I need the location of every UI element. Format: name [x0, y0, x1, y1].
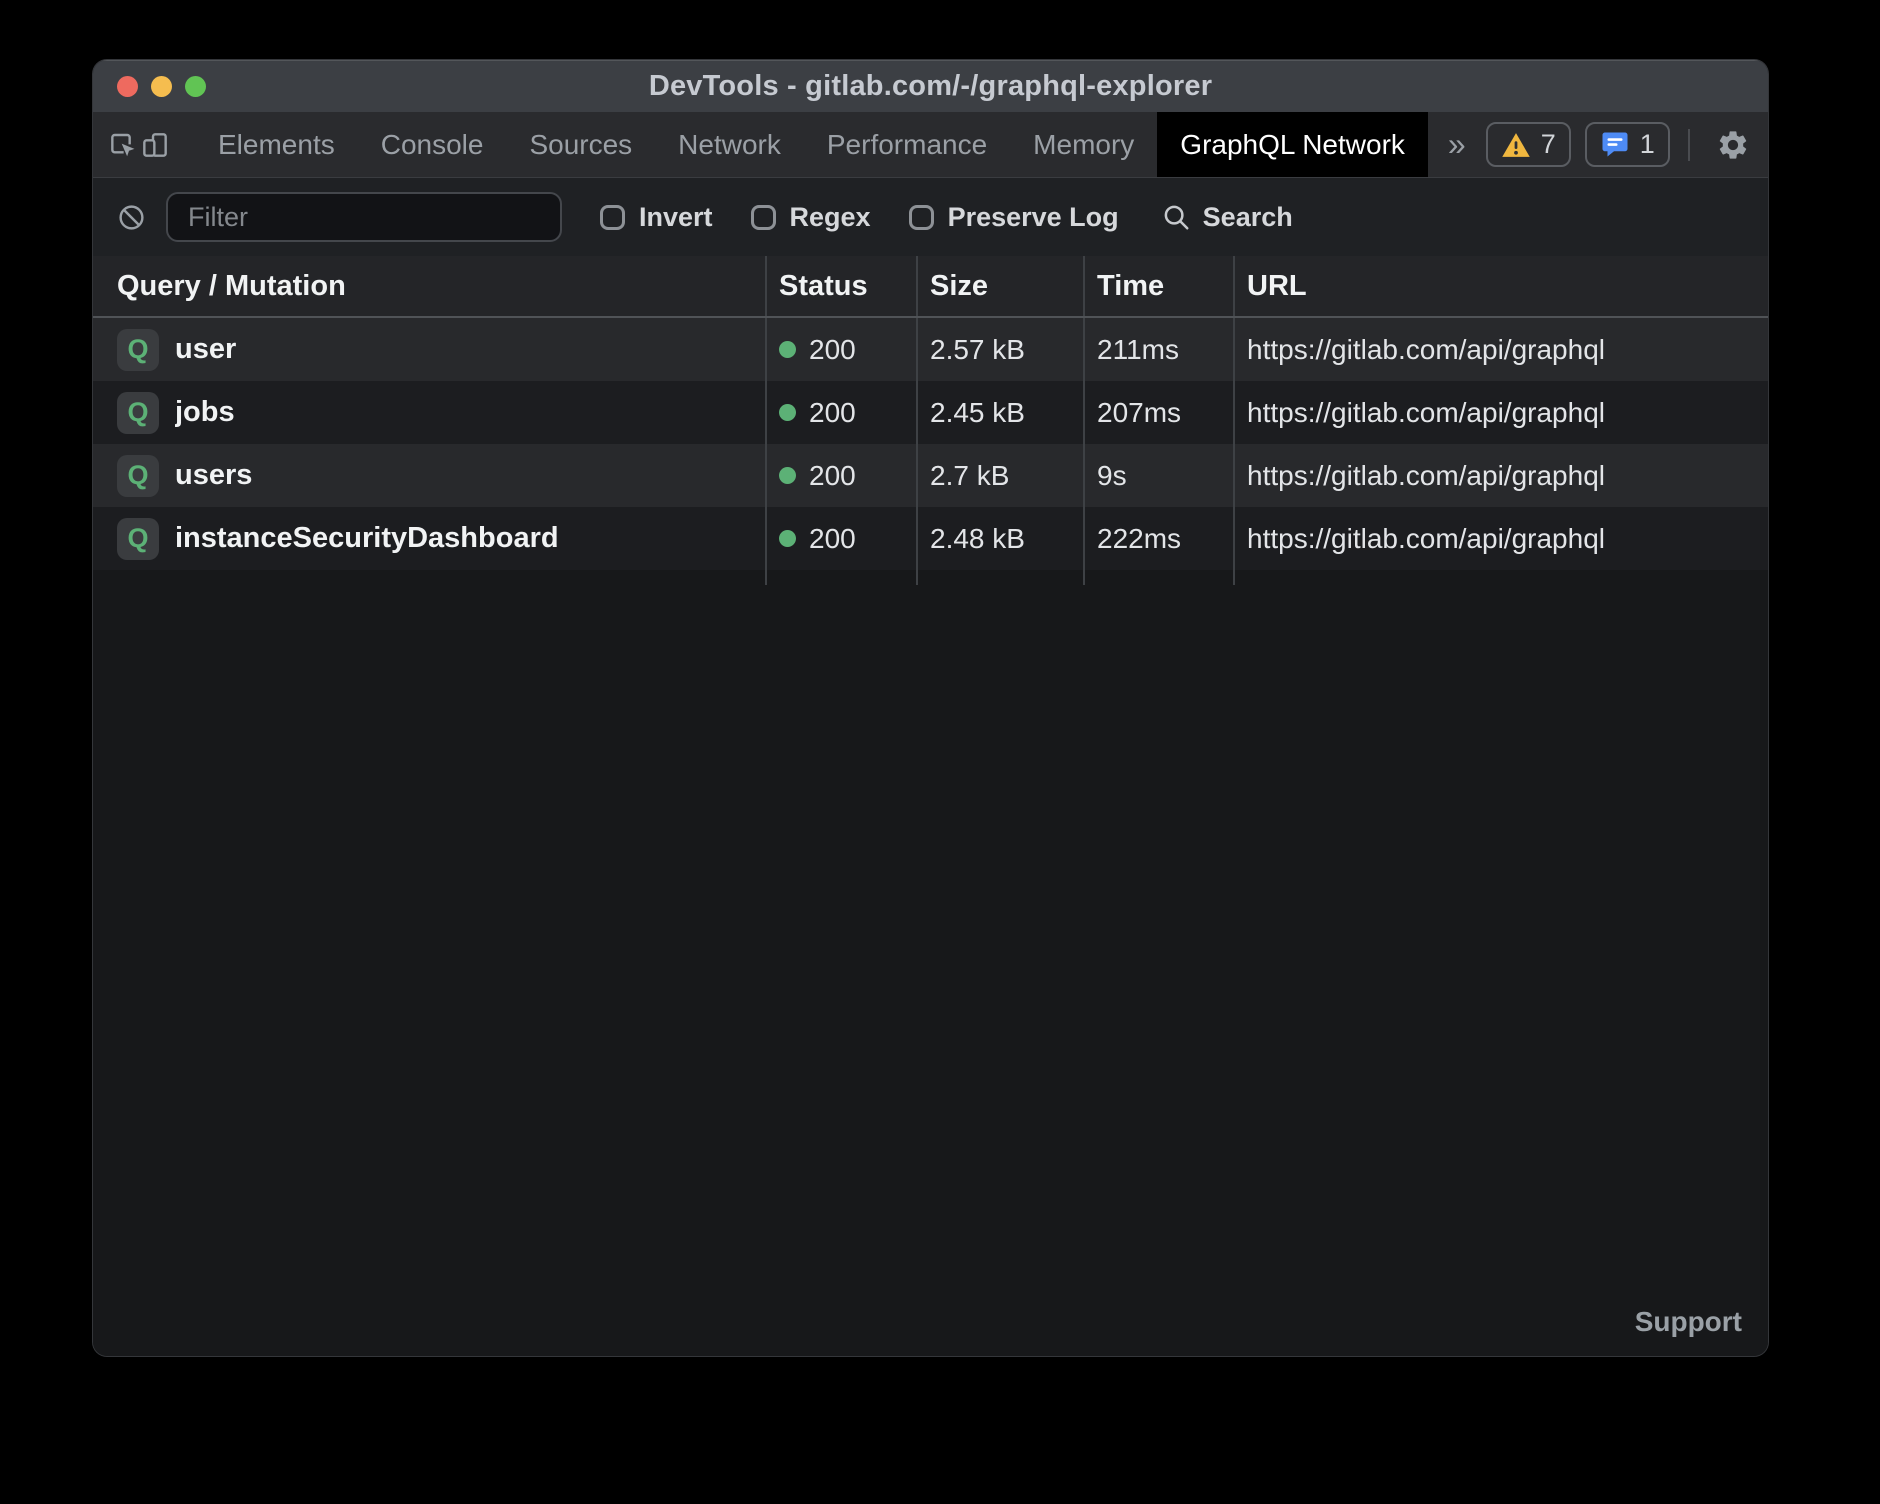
- request-url: https://gitlab.com/api/graphql: [1247, 523, 1605, 555]
- status-code: 200: [809, 397, 856, 429]
- warnings-badge[interactable]: 7: [1486, 122, 1571, 167]
- search-icon: [1161, 202, 1191, 232]
- status-ok-icon: [779, 341, 796, 358]
- column-header-status[interactable]: Status: [765, 256, 916, 316]
- query-type-badge: Q: [117, 518, 159, 560]
- tab-graphql-network[interactable]: GraphQL Network: [1157, 112, 1428, 177]
- issues-count: 1: [1640, 129, 1655, 160]
- query-type-badge: Q: [117, 455, 159, 497]
- table-header: Query / Mutation Status Size Time URL: [93, 256, 1768, 318]
- response-size: 2.45 kB: [930, 397, 1025, 429]
- warning-icon: [1501, 130, 1531, 160]
- response-time: 9s: [1097, 460, 1127, 492]
- support-link[interactable]: Support: [1635, 1306, 1742, 1338]
- status-code: 200: [809, 460, 856, 492]
- regex-label: Regex: [790, 202, 871, 233]
- more-tabs-button[interactable]: »: [1428, 112, 1486, 177]
- request-url: https://gitlab.com/api/graphql: [1247, 397, 1605, 429]
- filter-toolbar: Invert Regex Preserve Log Search: [93, 178, 1768, 256]
- tab-memory[interactable]: Memory: [1010, 112, 1157, 177]
- inspect-cursor-icon: [107, 129, 139, 161]
- response-time: 207ms: [1097, 397, 1181, 429]
- traffic-lights: [117, 60, 206, 112]
- table-row[interactable]: Q instanceSecurityDashboard 200 2.48 kB …: [93, 507, 1768, 570]
- gear-icon: [1716, 128, 1750, 162]
- tabbar-divider: [1688, 129, 1690, 161]
- operation-name: user: [175, 333, 236, 366]
- preserve-log-checkbox-group[interactable]: Preserve Log: [909, 202, 1119, 233]
- tab-sources[interactable]: Sources: [506, 112, 655, 177]
- invert-label: Invert: [639, 202, 713, 233]
- window-title: DevTools - gitlab.com/-/graphql-explorer: [649, 70, 1212, 103]
- column-header-url[interactable]: URL: [1233, 256, 1768, 316]
- regex-checkbox-group[interactable]: Regex: [751, 202, 871, 233]
- tab-performance[interactable]: Performance: [804, 112, 1010, 177]
- inspect-element-button[interactable]: [107, 112, 139, 177]
- status-code: 200: [809, 334, 856, 366]
- invert-checkbox[interactable]: [600, 205, 625, 230]
- device-toolbar-icon: [139, 129, 171, 161]
- filter-input[interactable]: [166, 192, 562, 242]
- status-code: 200: [809, 523, 856, 555]
- tab-console[interactable]: Console: [358, 112, 507, 177]
- tab-network[interactable]: Network: [655, 112, 804, 177]
- chat-bubble-icon: [1600, 130, 1630, 160]
- regex-checkbox[interactable]: [751, 205, 776, 230]
- response-time: 211ms: [1097, 334, 1179, 366]
- preserve-log-checkbox[interactable]: [909, 205, 934, 230]
- clear-button[interactable]: [117, 203, 146, 232]
- panel-empty-area: Support: [93, 585, 1768, 1356]
- query-type-badge: Q: [117, 392, 159, 434]
- devtools-window: DevTools - gitlab.com/-/graphql-explorer…: [93, 60, 1768, 1356]
- invert-checkbox-group[interactable]: Invert: [600, 202, 713, 233]
- operation-name: instanceSecurityDashboard: [175, 522, 559, 555]
- tab-elements[interactable]: Elements: [195, 112, 358, 177]
- status-ok-icon: [779, 530, 796, 547]
- column-header-time[interactable]: Time: [1083, 256, 1233, 316]
- status-ok-icon: [779, 404, 796, 421]
- minimize-window-button[interactable]: [151, 76, 172, 97]
- issues-badge[interactable]: 1: [1585, 122, 1670, 167]
- preserve-log-label: Preserve Log: [948, 202, 1119, 233]
- column-header-query-mutation[interactable]: Query / Mutation: [93, 256, 765, 316]
- response-time: 222ms: [1097, 523, 1181, 555]
- request-url: https://gitlab.com/api/graphql: [1247, 460, 1605, 492]
- close-window-button[interactable]: [117, 76, 138, 97]
- table-row[interactable]: Q jobs 200 2.45 kB 207ms https://gitlab.…: [93, 381, 1768, 444]
- search-button[interactable]: Search: [1161, 202, 1293, 233]
- operation-name: jobs: [175, 396, 235, 429]
- response-size: 2.48 kB: [930, 523, 1025, 555]
- titlebar: DevTools - gitlab.com/-/graphql-explorer: [93, 60, 1768, 112]
- column-header-size[interactable]: Size: [916, 256, 1083, 316]
- operation-name: users: [175, 459, 252, 492]
- column-separator-tail: [93, 570, 1768, 585]
- query-type-badge: Q: [117, 329, 159, 371]
- devtools-tabbar: Elements Console Sources Network Perform…: [93, 112, 1768, 178]
- search-label: Search: [1203, 202, 1293, 233]
- table-row[interactable]: Q user 200 2.57 kB 211ms https://gitlab.…: [93, 318, 1768, 381]
- settings-button[interactable]: [1708, 128, 1758, 162]
- table-row[interactable]: Q users 200 2.7 kB 9s https://gitlab.com…: [93, 444, 1768, 507]
- status-ok-icon: [779, 467, 796, 484]
- response-size: 2.57 kB: [930, 334, 1025, 366]
- device-toolbar-button[interactable]: [139, 112, 171, 177]
- warnings-count: 7: [1541, 129, 1556, 160]
- request-url: https://gitlab.com/api/graphql: [1247, 334, 1605, 366]
- response-size: 2.7 kB: [930, 460, 1009, 492]
- tabbar-right-controls: 7 1: [1486, 112, 1768, 177]
- block-icon: [117, 203, 146, 232]
- zoom-window-button[interactable]: [185, 76, 206, 97]
